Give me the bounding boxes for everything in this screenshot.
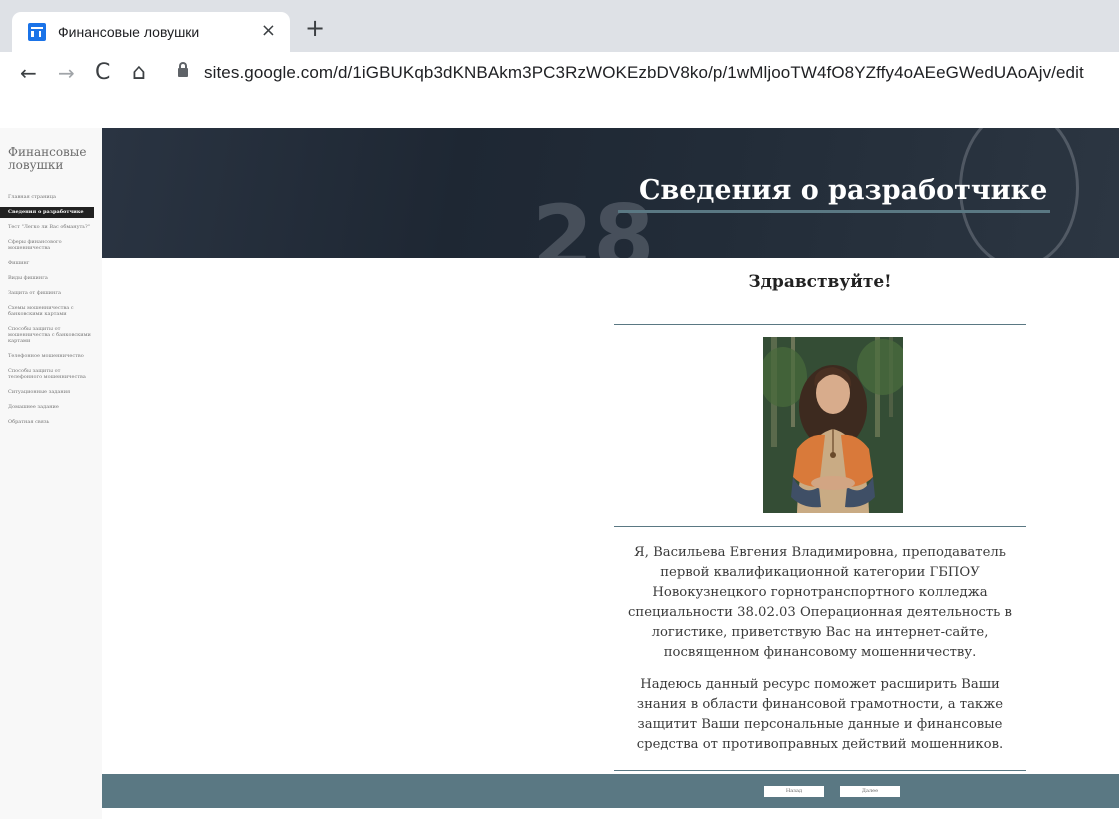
sidebar-item[interactable]: Сферы финансового мошенничества xyxy=(0,237,102,254)
close-icon[interactable]: × xyxy=(261,21,276,41)
sidebar-item[interactable]: Обратная связь xyxy=(0,417,102,428)
title-underline xyxy=(618,210,1050,213)
sidebar-item[interactable]: Домашнее задание xyxy=(0,402,102,413)
page-title: Сведения о разработчике xyxy=(639,175,1048,206)
address-bar[interactable]: sites.google.com/d/1iGBUKqb3dKNBAkm3PC3R… xyxy=(204,63,1084,83)
divider xyxy=(614,526,1026,527)
bio-paragraph: Надеюсь данный ресурс поможет расширить … xyxy=(636,677,1004,752)
lock-icon[interactable] xyxy=(178,62,188,77)
sidebar-item[interactable]: Схемы мошенничества с банковскими картам… xyxy=(0,303,102,320)
next-page-button[interactable]: Далее xyxy=(840,786,900,797)
greeting-heading: Здравствуйте! xyxy=(748,272,892,292)
header-banner: 28 Сведения о разработчике xyxy=(102,128,1119,258)
main-content: 28 Сведения о разработчике Здравствуйте! xyxy=(102,128,1119,819)
tab-title: Финансовые ловушки xyxy=(58,24,200,40)
prev-page-button[interactable]: Назад xyxy=(764,786,824,797)
bio-paragraph: Я, Васильева Евгения Владимировна, препо… xyxy=(628,545,1012,660)
browser-toolbar: ← → C ⌂ sites.google.com/d/1iGBUKqb3dKNB… xyxy=(0,52,1119,94)
reload-icon[interactable]: C xyxy=(95,59,110,87)
back-icon[interactable]: ← xyxy=(20,59,37,87)
google-sites-icon xyxy=(28,23,49,41)
footer-bar: Назад Далее xyxy=(102,774,1119,808)
sidebar-item[interactable]: Сведения о разработчике xyxy=(0,207,94,218)
site-nav: Главная страница Сведения о разработчике Т… xyxy=(0,192,102,432)
home-icon[interactable]: ⌂ xyxy=(132,59,146,87)
sidebar-item[interactable]: Способы защиты от мошенничества с банков… xyxy=(0,324,102,347)
sidebar-item[interactable]: Тест "Легко ли Вас обмануть?" xyxy=(0,222,102,233)
sidebar-item[interactable]: Ситуационные задания xyxy=(0,387,102,398)
sidebar-item[interactable]: Главная страница xyxy=(0,192,102,203)
sidebar-item[interactable]: Телефонное мошенничество xyxy=(0,351,102,362)
new-tab-icon[interactable]: + xyxy=(305,16,325,40)
forward-icon[interactable]: → xyxy=(58,59,75,87)
banner-background-text: 28 xyxy=(532,186,655,258)
divider xyxy=(614,324,1026,325)
site-sidebar: Финансовые ловушки Главная страница Сведе… xyxy=(0,128,102,819)
browser-tab[interactable]: Финансовые ловушки × xyxy=(12,12,290,52)
sidebar-item[interactable]: Способы защиты от телефонного мошенничес… xyxy=(0,366,102,383)
sidebar-item[interactable]: Защита от фишинга xyxy=(0,288,102,299)
developer-photo xyxy=(763,337,903,513)
site-title[interactable]: Финансовые ловушки xyxy=(8,146,100,172)
divider xyxy=(614,770,1026,771)
browser-tabstrip: Финансовые ловушки × + xyxy=(0,0,1119,52)
sidebar-item[interactable]: Фишинг xyxy=(0,258,102,269)
sidebar-item[interactable]: Виды фишинга xyxy=(0,273,102,284)
